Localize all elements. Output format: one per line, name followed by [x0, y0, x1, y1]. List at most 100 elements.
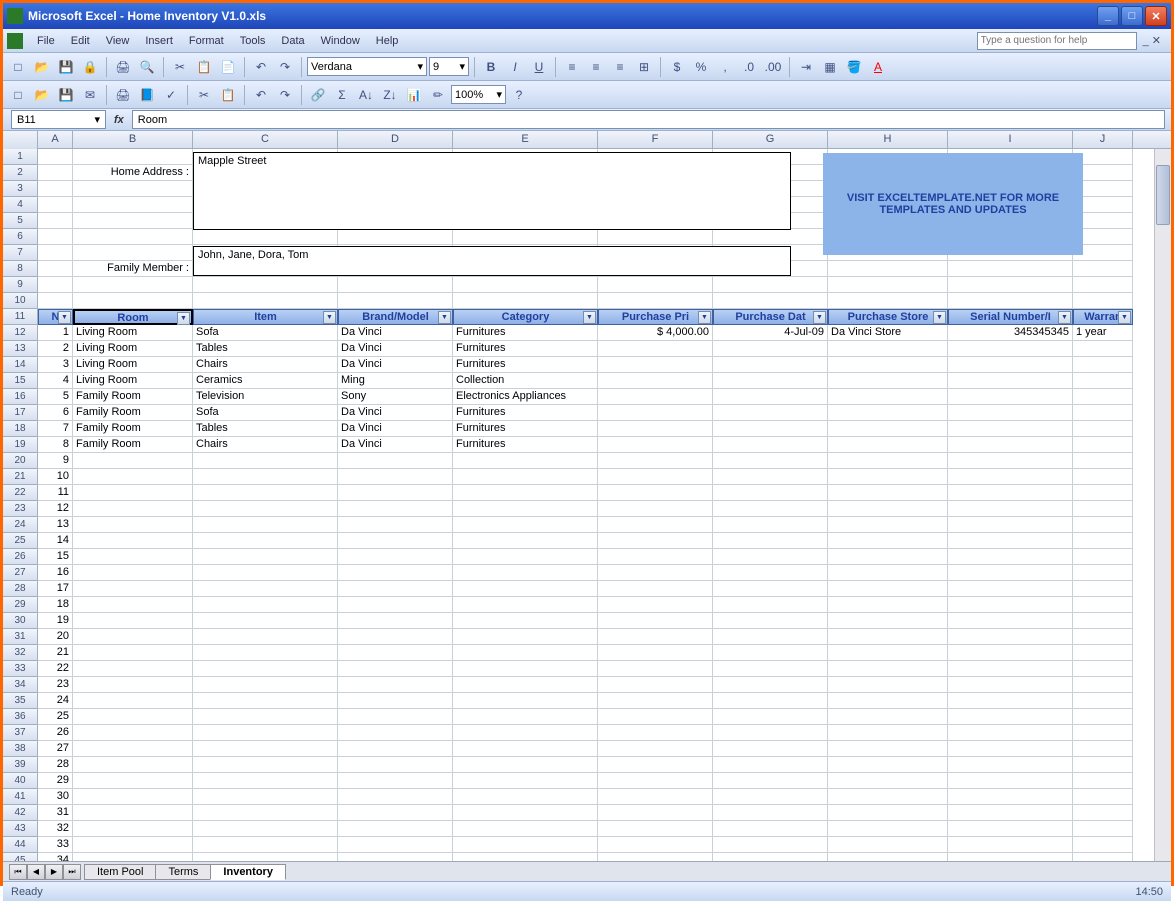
- cell[interactable]: [948, 757, 1073, 773]
- cell[interactable]: 345345345: [948, 325, 1073, 341]
- cell[interactable]: [453, 453, 598, 469]
- row-header[interactable]: 14: [3, 357, 38, 373]
- cell[interactable]: [713, 565, 828, 581]
- menu-tools[interactable]: Tools: [232, 32, 274, 50]
- open2-icon[interactable]: 📂: [31, 84, 53, 106]
- cell[interactable]: [948, 277, 1073, 293]
- cell[interactable]: [193, 485, 338, 501]
- column-header-G[interactable]: G: [713, 131, 828, 148]
- cell[interactable]: [73, 581, 193, 597]
- cell[interactable]: [828, 757, 948, 773]
- cell[interactable]: [598, 645, 713, 661]
- cell[interactable]: [453, 757, 598, 773]
- row-header[interactable]: 16: [3, 389, 38, 405]
- cell[interactable]: 26: [38, 725, 73, 741]
- sheet-tab-terms[interactable]: Terms: [155, 864, 211, 880]
- cell[interactable]: [1073, 533, 1133, 549]
- tab-nav-next[interactable]: ▶: [45, 864, 63, 880]
- row-header[interactable]: 4: [3, 197, 38, 213]
- cell[interactable]: [1073, 261, 1133, 277]
- cell[interactable]: [1073, 293, 1133, 309]
- row-header[interactable]: 2: [3, 165, 38, 181]
- cell[interactable]: [713, 469, 828, 485]
- row-header[interactable]: 37: [3, 725, 38, 741]
- column-header-E[interactable]: E: [453, 131, 598, 148]
- cell[interactable]: [948, 725, 1073, 741]
- select-all-corner[interactable]: [3, 131, 38, 149]
- cell[interactable]: [338, 773, 453, 789]
- cell[interactable]: [828, 565, 948, 581]
- cell[interactable]: [73, 853, 193, 861]
- cell[interactable]: 21: [38, 645, 73, 661]
- row-header[interactable]: 26: [3, 549, 38, 565]
- cell[interactable]: [828, 837, 948, 853]
- cell[interactable]: [73, 629, 193, 645]
- cell[interactable]: Furnitures: [453, 421, 598, 437]
- cell[interactable]: 19: [38, 613, 73, 629]
- cell[interactable]: [1073, 453, 1133, 469]
- cell[interactable]: [1073, 421, 1133, 437]
- cell[interactable]: 8: [38, 437, 73, 453]
- cell[interactable]: [713, 293, 828, 309]
- cell[interactable]: [338, 837, 453, 853]
- cut-icon[interactable]: ✂: [169, 56, 191, 78]
- menu-view[interactable]: View: [98, 32, 138, 50]
- cell[interactable]: [193, 773, 338, 789]
- cell[interactable]: Living Room: [73, 357, 193, 373]
- row-header[interactable]: 19: [3, 437, 38, 453]
- cell[interactable]: [38, 165, 73, 181]
- row-header[interactable]: 9: [3, 277, 38, 293]
- cell[interactable]: [338, 453, 453, 469]
- row-header[interactable]: 24: [3, 517, 38, 533]
- row-header[interactable]: 39: [3, 757, 38, 773]
- cell[interactable]: Family Member :: [73, 261, 193, 277]
- row-header[interactable]: 29: [3, 597, 38, 613]
- filter-header[interactable]: Serial Number/I▼: [948, 309, 1073, 325]
- cell[interactable]: Chairs: [193, 437, 338, 453]
- menu-window[interactable]: Window: [313, 32, 368, 50]
- row-header[interactable]: 20: [3, 453, 38, 469]
- cell[interactable]: [453, 293, 598, 309]
- row-header[interactable]: 21: [3, 469, 38, 485]
- row-header[interactable]: 1: [3, 149, 38, 165]
- formula-bar[interactable]: Room: [132, 110, 1165, 129]
- cell[interactable]: [193, 277, 338, 293]
- cell[interactable]: [828, 373, 948, 389]
- cell[interactable]: [453, 501, 598, 517]
- cell[interactable]: [73, 245, 193, 261]
- print-icon[interactable]: 🖨: [112, 56, 134, 78]
- maximize-button[interactable]: □: [1121, 6, 1143, 26]
- cell[interactable]: [453, 517, 598, 533]
- cell[interactable]: [828, 421, 948, 437]
- cell[interactable]: [598, 485, 713, 501]
- preview-icon[interactable]: 🔍: [136, 56, 158, 78]
- cell[interactable]: [193, 453, 338, 469]
- cell[interactable]: [828, 389, 948, 405]
- cell[interactable]: [193, 725, 338, 741]
- cell[interactable]: [1073, 709, 1133, 725]
- copy2-icon[interactable]: 📋: [217, 84, 239, 106]
- cell[interactable]: [598, 533, 713, 549]
- row-header[interactable]: 17: [3, 405, 38, 421]
- increase-decimal-icon[interactable]: .0: [738, 56, 760, 78]
- row-header[interactable]: 31: [3, 629, 38, 645]
- cell[interactable]: [828, 741, 948, 757]
- filter-header[interactable]: Brand/Model▼: [338, 309, 453, 325]
- cell[interactable]: [948, 517, 1073, 533]
- row-header[interactable]: 15: [3, 373, 38, 389]
- row-header[interactable]: 27: [3, 565, 38, 581]
- cell[interactable]: [713, 741, 828, 757]
- cell[interactable]: Living Room: [73, 325, 193, 341]
- cell[interactable]: [713, 517, 828, 533]
- currency-icon[interactable]: $: [666, 56, 688, 78]
- row-header[interactable]: 6: [3, 229, 38, 245]
- cell[interactable]: [713, 677, 828, 693]
- column-header-C[interactable]: C: [193, 131, 338, 148]
- cell[interactable]: [713, 805, 828, 821]
- vertical-scrollbar[interactable]: [1154, 149, 1171, 861]
- column-header-A[interactable]: A: [38, 131, 73, 148]
- fill-color-icon[interactable]: 🪣: [843, 56, 865, 78]
- cell[interactable]: [38, 197, 73, 213]
- cell[interactable]: [828, 341, 948, 357]
- cell[interactable]: [73, 277, 193, 293]
